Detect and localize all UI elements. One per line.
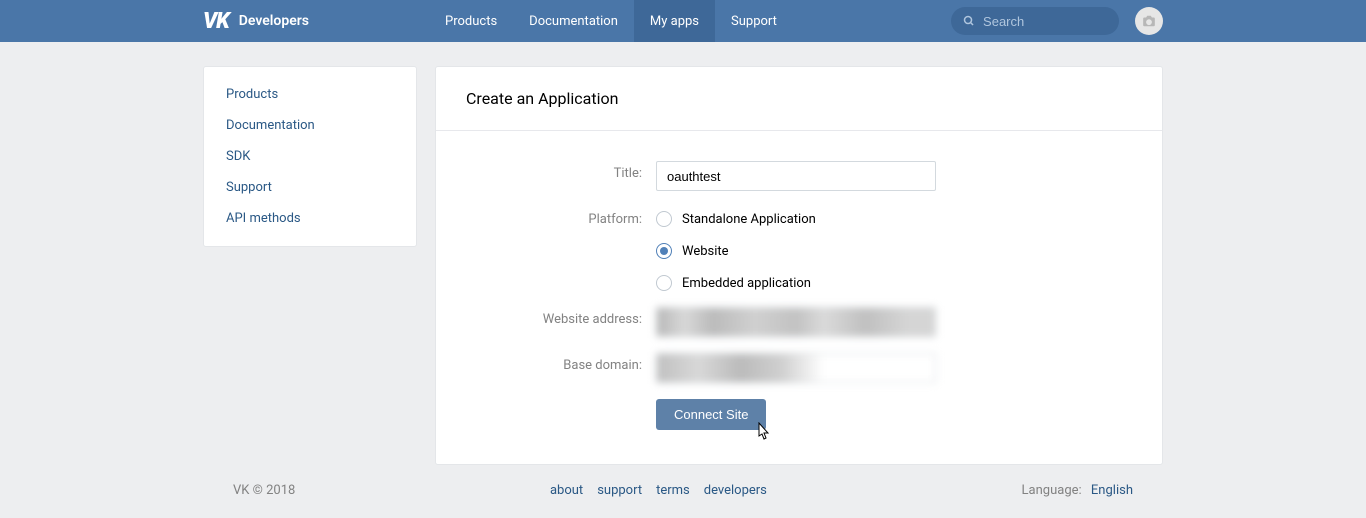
footer-link-support[interactable]: support bbox=[597, 483, 642, 498]
website-address-input[interactable] bbox=[656, 307, 936, 337]
language-value[interactable]: English bbox=[1091, 483, 1133, 498]
radio-label: Embedded application bbox=[682, 276, 811, 291]
logo-area[interactable]: VK Developers bbox=[203, 9, 429, 34]
search-box[interactable] bbox=[951, 7, 1119, 35]
connect-site-button[interactable]: Connect Site bbox=[656, 399, 766, 430]
camera-icon bbox=[1142, 15, 1156, 27]
sidebar: Products Documentation SDK Support API m… bbox=[203, 66, 417, 247]
main-panel: Create an Application Title: Platform: S… bbox=[435, 66, 1163, 465]
brand-text: Developers bbox=[239, 13, 309, 29]
sidebar-item-sdk[interactable]: SDK bbox=[204, 141, 416, 172]
cursor-icon bbox=[754, 422, 772, 444]
footer-link-about[interactable]: about bbox=[550, 483, 583, 498]
submit-label: Connect Site bbox=[674, 407, 748, 422]
nav-my-apps[interactable]: My apps bbox=[634, 0, 715, 42]
header: VK Developers Products Documentation My … bbox=[0, 0, 1366, 42]
avatar[interactable] bbox=[1135, 7, 1163, 35]
footer-links: about support terms developers bbox=[550, 483, 767, 498]
radio-icon bbox=[656, 243, 672, 259]
radio-label: Standalone Application bbox=[682, 212, 816, 227]
search-icon bbox=[963, 14, 975, 28]
top-nav: Products Documentation My apps Support bbox=[429, 0, 793, 42]
radio-icon bbox=[656, 275, 672, 291]
radio-icon bbox=[656, 211, 672, 227]
radio-standalone[interactable]: Standalone Application bbox=[656, 207, 936, 239]
footer: VK © 2018 about support terms developers… bbox=[203, 483, 1163, 498]
label-website-address: Website address: bbox=[466, 307, 656, 327]
title-input[interactable] bbox=[656, 161, 936, 191]
footer-copyright: VK © 2018 bbox=[233, 483, 295, 498]
footer-link-terms[interactable]: terms bbox=[656, 483, 690, 498]
sidebar-item-support[interactable]: Support bbox=[204, 172, 416, 203]
vk-logo-icon: VK bbox=[203, 9, 229, 34]
language-label: Language: bbox=[1022, 483, 1082, 498]
nav-products[interactable]: Products bbox=[429, 0, 513, 42]
label-base-domain: Base domain: bbox=[466, 353, 656, 373]
page-title: Create an Application bbox=[436, 67, 1162, 131]
create-app-form: Title: Platform: Standalone Application … bbox=[436, 131, 1162, 464]
radio-embedded[interactable]: Embedded application bbox=[656, 271, 936, 291]
footer-link-developers[interactable]: developers bbox=[704, 483, 767, 498]
radio-website[interactable]: Website bbox=[656, 239, 936, 271]
nav-support[interactable]: Support bbox=[715, 0, 793, 42]
sidebar-item-products[interactable]: Products bbox=[204, 79, 416, 110]
label-platform: Platform: bbox=[466, 207, 656, 227]
base-domain-input[interactable] bbox=[656, 353, 936, 383]
radio-label: Website bbox=[682, 244, 729, 259]
sidebar-item-documentation[interactable]: Documentation bbox=[204, 110, 416, 141]
search-input[interactable] bbox=[983, 14, 1107, 29]
label-title: Title: bbox=[466, 161, 656, 181]
nav-documentation[interactable]: Documentation bbox=[513, 0, 634, 42]
footer-language: Language: English bbox=[1022, 483, 1133, 498]
sidebar-item-api-methods[interactable]: API methods bbox=[204, 203, 416, 234]
